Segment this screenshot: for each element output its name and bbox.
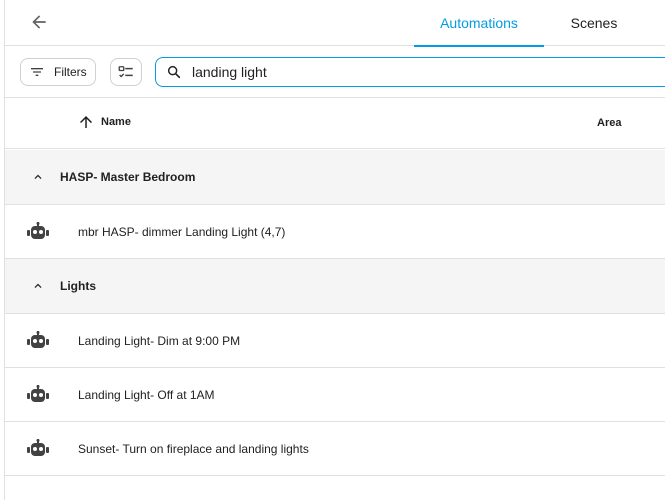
group-label: Lights — [60, 279, 96, 293]
group-header-hasp-master-bedroom[interactable]: HASP- Master Bedroom — [5, 150, 665, 205]
tab-automations[interactable]: Automations — [414, 0, 544, 47]
row-name: Landing Light- Off at 1AM — [78, 388, 215, 402]
arrow-up-icon — [80, 116, 92, 128]
filters-button[interactable]: Filters — [20, 58, 96, 86]
table-header: Name Area — [5, 98, 665, 149]
table-row[interactable]: Landing Light- Dim at 9:00 PM — [5, 314, 665, 368]
group-header-lights[interactable]: Lights — [5, 259, 665, 314]
robot-icon — [27, 439, 49, 456]
top-app-bar: Automations Scenes — [5, 0, 665, 47]
tab-automations-label: Automations — [440, 15, 518, 31]
table-row[interactable]: Sunset- Turn on fireplace and landing li… — [5, 422, 665, 476]
filter-icon — [31, 68, 43, 76]
table-row[interactable]: mbr HASP- dimmer Landing Light (4,7) — [5, 205, 665, 259]
group-label: HASP- Master Bedroom — [60, 170, 196, 184]
search-input[interactable] — [192, 64, 652, 80]
robot-icon — [27, 331, 49, 348]
chevron-up-icon — [34, 283, 42, 288]
search-field[interactable] — [155, 57, 665, 87]
column-name-label: Name — [101, 116, 131, 128]
tab-scenes-label: Scenes — [570, 15, 618, 31]
tab-scenes[interactable]: Scenes — [544, 0, 644, 46]
robot-icon — [27, 385, 49, 402]
search-icon — [167, 65, 181, 79]
chevron-up-icon — [34, 174, 42, 179]
row-name: Landing Light- Dim at 9:00 PM — [78, 334, 241, 348]
filters-label: Filters — [54, 65, 87, 79]
table-row[interactable]: Landing Light- Off at 1AM — [5, 368, 665, 422]
back-button[interactable] — [25, 8, 53, 36]
row-name: Sunset- Turn on fireplace and landing li… — [78, 442, 309, 456]
checklist-icon — [118, 66, 133, 78]
column-header-name[interactable]: Name — [77, 113, 131, 131]
column-header-area[interactable]: Area — [597, 117, 621, 129]
selection-mode-button[interactable] — [110, 58, 142, 86]
robot-icon — [27, 222, 49, 239]
row-name: mbr HASP- dimmer Landing Light (4,7) — [78, 225, 286, 239]
arrow-left-icon — [32, 15, 46, 29]
